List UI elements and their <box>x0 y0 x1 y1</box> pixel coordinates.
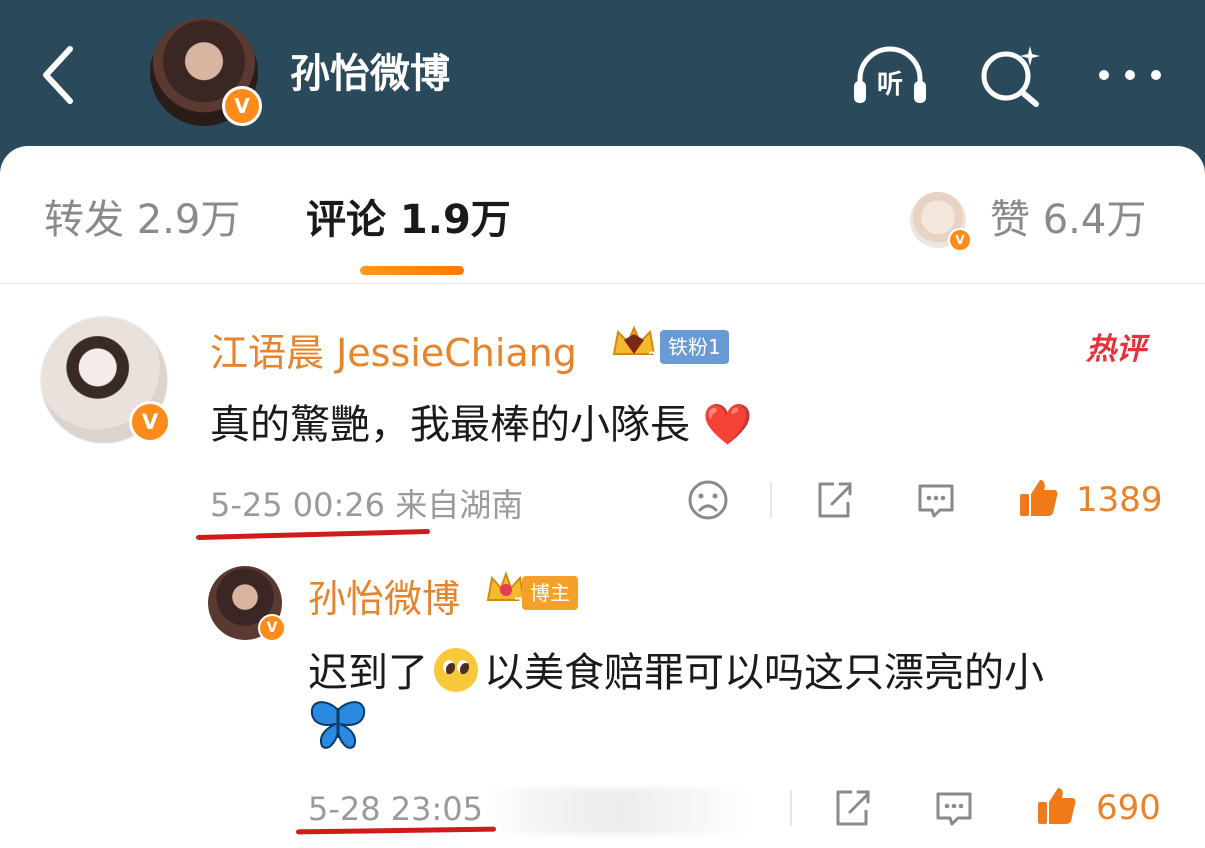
more-dots-icon <box>1099 70 1161 80</box>
reply-button[interactable] <box>912 476 960 524</box>
search-icon <box>981 46 1040 107</box>
comment-text: 真的驚艷，我最棒的小隊長 ❤️ <box>210 392 753 450</box>
reply-comment-button[interactable] <box>930 784 978 832</box>
commenter-avatar[interactable]: V <box>40 316 171 444</box>
thumbs-up-icon <box>1020 480 1058 516</box>
hot-comment-badge: 热评 <box>1086 332 1146 367</box>
active-tab-indicator <box>360 266 464 275</box>
more-button[interactable] <box>1090 40 1170 110</box>
reply-share-button[interactable] <box>828 784 876 832</box>
top-bar: V 孙怡微博 听 <box>0 0 1205 150</box>
tab-bar: 转发 2.9万 评论 1.9万 V 赞 6.4万 <box>0 146 1205 284</box>
page-title: 孙怡微博 <box>290 51 450 97</box>
reply-avatar[interactable]: V <box>208 566 286 642</box>
headphones-icon: 听 <box>854 46 926 103</box>
comments-panel: 转发 2.9万 评论 1.9万 V 赞 6.4万 V 江语晨 JessieChi… <box>0 146 1205 848</box>
pleading-face-emoji-icon <box>434 648 478 692</box>
tab-like[interactable]: 赞 6.4万 <box>990 190 1146 250</box>
reply-meta: 5-28 23:05 <box>308 790 484 828</box>
reply-text: 迟到了 以美食赔罪可以吗这只漂亮的小 <box>308 640 1044 698</box>
divider <box>790 790 792 826</box>
sad-face-icon <box>688 480 728 520</box>
comment-bubble-icon <box>918 484 954 518</box>
share-icon <box>818 482 852 518</box>
like-count: 1389 <box>1076 480 1163 520</box>
heart-emoji: ❤️ <box>702 402 753 448</box>
tab-comment[interactable]: 评论 1.9万 <box>306 190 511 250</box>
redacted-blur <box>486 788 748 834</box>
back-button[interactable] <box>28 40 88 110</box>
annotation-underline <box>195 528 431 541</box>
share-icon <box>836 790 870 826</box>
reply-author-name[interactable]: 孙怡微博 <box>308 568 460 623</box>
search-button[interactable] <box>970 40 1050 110</box>
comment-meta: 5-25 00:26 来自湖南 <box>210 486 524 524</box>
share-button[interactable] <box>810 476 858 524</box>
profile-avatar[interactable]: V <box>150 18 262 126</box>
reply-like-count: 690 <box>1096 788 1161 828</box>
commenter-name[interactable]: 江语晨 JessieChiang <box>210 322 577 377</box>
reply-like-button[interactable] <box>1032 782 1080 830</box>
comment-bubble-icon <box>936 792 972 826</box>
reply-text-after: 以美食赔罪可以吗这只漂亮的小 <box>484 650 1044 696</box>
butterfly-emoji-icon <box>310 701 366 749</box>
liker-avatar[interactable]: V <box>910 192 972 252</box>
verified-badge: V <box>258 614 286 642</box>
fan-level-badge: 铁粉1 <box>660 330 729 364</box>
dislike-button[interactable] <box>684 476 732 524</box>
comment-body: 真的驚艷，我最棒的小隊長 <box>210 402 690 448</box>
divider <box>770 482 772 518</box>
verified-badge: V <box>129 401 171 443</box>
svg-text:2: 2 <box>648 350 658 364</box>
chevron-left-icon <box>43 46 73 104</box>
reply-text-before: 迟到了 <box>308 650 428 696</box>
crown-fan-icon: 2 <box>612 325 658 364</box>
thumbs-up-icon <box>1038 788 1076 824</box>
verified-badge: V <box>948 228 972 252</box>
like-button[interactable] <box>1014 474 1062 522</box>
listen-button[interactable]: 听 <box>850 40 930 110</box>
host-badge: 博主 <box>522 576 578 610</box>
svg-text:听: 听 <box>877 70 903 100</box>
tab-repost[interactable]: 转发 2.9万 <box>44 190 240 250</box>
verified-badge: V <box>222 86 262 126</box>
